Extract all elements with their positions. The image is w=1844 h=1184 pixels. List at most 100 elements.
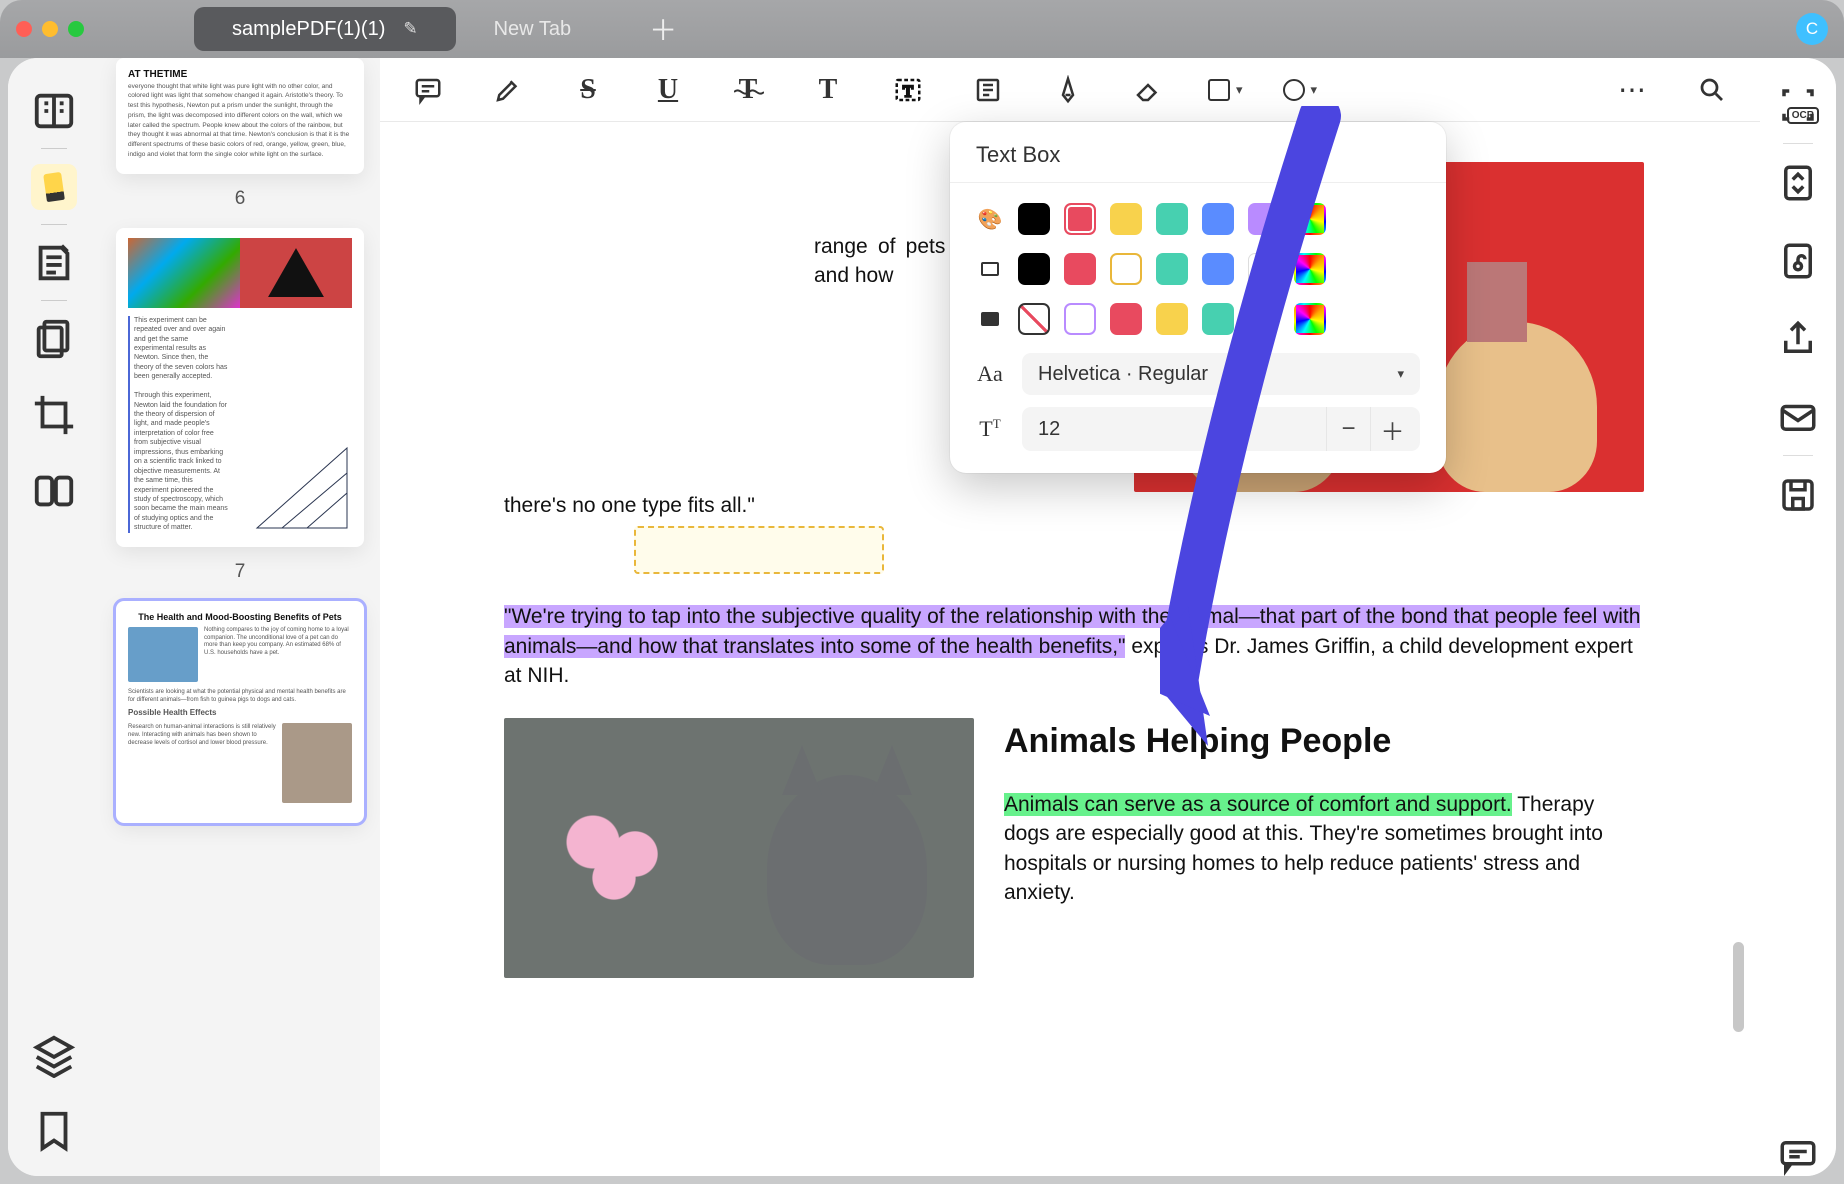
mail-icon[interactable] xyxy=(1777,396,1819,438)
color-black[interactable] xyxy=(1018,203,1050,235)
search-icon[interactable] xyxy=(1692,70,1732,110)
thumbnail-page-7[interactable]: This experiment can be repeated over and… xyxy=(116,228,364,547)
font-family-select[interactable]: Helvetica · Regular ▾ xyxy=(1022,353,1420,395)
chevron-down-icon: ▾ xyxy=(1397,366,1404,382)
thumbnail-page-6[interactable]: AT THETIME everyone thought that white l… xyxy=(116,58,364,174)
window-controls xyxy=(16,21,84,37)
color-blue[interactable] xyxy=(1202,203,1234,235)
share-icon[interactable] xyxy=(1777,318,1819,360)
line-tail: there's no one type fits all." xyxy=(504,494,755,517)
fill-teal[interactable] xyxy=(1202,303,1234,335)
fill-custom[interactable] xyxy=(1294,303,1326,335)
comments-panel-icon[interactable] xyxy=(1777,1134,1819,1176)
thumb7-text-a: This experiment can be repeated over and… xyxy=(134,317,227,381)
thumb6-number: 6 xyxy=(116,188,364,210)
save-icon[interactable] xyxy=(1777,474,1819,516)
reader-mode-icon[interactable] xyxy=(31,88,77,134)
textbox-tool-icon[interactable]: T xyxy=(888,70,928,110)
body-highlighted: Animals can serve as a source of comfort… xyxy=(1004,793,1512,816)
document-main: S U T T T ▾ ▾ ⋯ range of pets people liv… xyxy=(380,58,1760,1176)
thumbnail-page-8[interactable]: The Health and Mood-Boosting Benefits of… xyxy=(116,601,364,823)
note-tool-icon[interactable] xyxy=(968,70,1008,110)
border-icon xyxy=(976,262,1004,276)
more-tools-icon[interactable]: ⋯ xyxy=(1612,70,1652,110)
thumb6-text: everyone thought that white light was pu… xyxy=(128,83,349,158)
encrypt-icon[interactable] xyxy=(1777,240,1819,282)
annotation-toolbar: S U T T T ▾ ▾ ⋯ xyxy=(380,58,1760,122)
font-size-icon: TT xyxy=(976,416,1004,442)
border-yellow-selected[interactable] xyxy=(1110,253,1142,285)
font-size-value: 12 xyxy=(1038,418,1326,441)
thumb8-sub: Possible Health Effects xyxy=(128,708,352,719)
notes-tool-icon[interactable] xyxy=(31,240,77,286)
fill-color-row xyxy=(976,303,1420,335)
color-teal[interactable] xyxy=(1156,203,1188,235)
eraser-tool-icon[interactable] xyxy=(1128,70,1168,110)
thumb7-number: 7 xyxy=(116,561,364,583)
color-purple[interactable] xyxy=(1248,203,1280,235)
decrease-size-button[interactable]: − xyxy=(1326,407,1370,451)
underline-tool-icon[interactable]: U xyxy=(648,70,688,110)
stamp-tool-icon[interactable]: ▾ xyxy=(1283,70,1318,110)
border-white[interactable] xyxy=(1248,253,1280,285)
border-custom[interactable] xyxy=(1294,253,1326,285)
pages-panel-icon[interactable] xyxy=(31,316,77,362)
compare-icon[interactable] xyxy=(31,468,77,514)
font-icon: Aa xyxy=(976,361,1004,387)
crop-tool-icon[interactable] xyxy=(31,392,77,438)
edit-tab-icon[interactable]: ✎ xyxy=(403,19,417,39)
highlighter-tool-icon[interactable] xyxy=(31,164,77,210)
sidebar-right: OCR xyxy=(1760,58,1836,1176)
section-heading: Animals Helping People xyxy=(1004,718,1644,766)
convert-icon[interactable] xyxy=(1777,162,1819,204)
font-family-label: Helvetica · Regular xyxy=(1038,363,1208,386)
sidebar-left xyxy=(8,58,100,1176)
border-black[interactable] xyxy=(1018,253,1050,285)
avatar[interactable]: C xyxy=(1796,13,1828,45)
color-custom[interactable] xyxy=(1294,203,1326,235)
comment-tool-icon[interactable] xyxy=(408,70,448,110)
body-paragraph: Animals can serve as a source of comfort… xyxy=(1004,790,1644,908)
border-teal[interactable] xyxy=(1156,253,1188,285)
document-scrollbar[interactable] xyxy=(1733,942,1744,1032)
add-tab-button[interactable]: ＋ xyxy=(649,9,677,49)
ocr-icon[interactable]: OCR xyxy=(1777,84,1819,126)
strikethrough-tool-icon[interactable]: S xyxy=(568,70,608,110)
fill-icon xyxy=(976,312,1004,326)
svg-text:T: T xyxy=(903,82,913,100)
color-red-selected[interactable] xyxy=(1064,203,1096,235)
highlight-tool-icon[interactable] xyxy=(488,70,528,110)
tab-new[interactable]: New Tab xyxy=(456,7,609,51)
shape-tool-icon[interactable]: ▾ xyxy=(1208,70,1243,110)
increase-size-button[interactable]: ＋ xyxy=(1370,407,1414,451)
cat-photo xyxy=(504,718,974,978)
paragraph-quote: "We're trying to tap into the subjective… xyxy=(504,602,1644,690)
text-tool-icon[interactable]: T xyxy=(808,70,848,110)
textbox-insertion-target[interactable] xyxy=(634,526,884,574)
minimize-window-icon[interactable] xyxy=(42,21,58,37)
color-yellow[interactable] xyxy=(1110,203,1142,235)
border-blue[interactable] xyxy=(1202,253,1234,285)
tab-new-label: New Tab xyxy=(494,18,571,41)
layers-icon[interactable] xyxy=(31,1032,77,1078)
close-window-icon[interactable] xyxy=(16,21,32,37)
fill-red[interactable] xyxy=(1110,303,1142,335)
thumb7-text-b: Through this experiment, Newton laid the… xyxy=(134,392,228,531)
squiggly-tool-icon[interactable]: T xyxy=(728,70,768,110)
font-size-stepper: 12 − ＋ xyxy=(1022,407,1420,451)
border-red[interactable] xyxy=(1064,253,1096,285)
thumbnail-panel: AT THETIME everyone thought that white l… xyxy=(100,58,380,1176)
fullscreen-window-icon[interactable] xyxy=(68,21,84,37)
tab-active-label: samplePDF(1)(1) xyxy=(232,18,385,41)
popover-title: Text Box xyxy=(976,142,1420,168)
fill-yellow[interactable] xyxy=(1156,303,1188,335)
fill-none[interactable] xyxy=(1018,303,1050,335)
thumb8-heading: The Health and Mood-Boosting Benefits of… xyxy=(128,611,352,623)
textbox-popover: Text Box 🎨 xyxy=(950,122,1446,473)
bookmark-icon[interactable] xyxy=(31,1108,77,1154)
pen-tool-icon[interactable] xyxy=(1048,70,1088,110)
border-color-row xyxy=(976,253,1420,285)
fill-outline[interactable] xyxy=(1064,303,1096,335)
tab-active[interactable]: samplePDF(1)(1) ✎ xyxy=(194,7,456,51)
titlebar: samplePDF(1)(1) ✎ New Tab ＋ C xyxy=(0,0,1844,58)
